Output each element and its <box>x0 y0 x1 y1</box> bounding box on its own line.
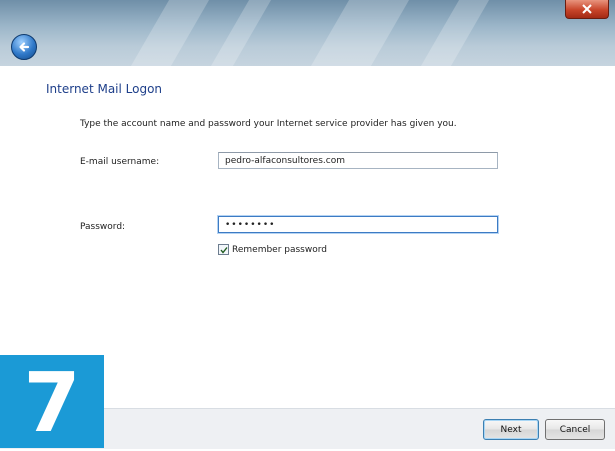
glass-streak <box>420 0 490 66</box>
glass-streak <box>210 0 272 66</box>
next-button[interactable]: Next <box>483 419 539 440</box>
close-icon <box>582 4 592 14</box>
back-arrow-icon <box>19 42 30 52</box>
checkbox-box[interactable] <box>218 244 229 255</box>
remember-password-checkbox[interactable]: Remember password <box>218 244 327 255</box>
checkmark-icon <box>219 246 228 254</box>
password-input[interactable]: •••••••• <box>218 216 498 233</box>
username-label: E-mail username: <box>80 157 160 167</box>
step-number: 7 <box>23 355 81 451</box>
step-number-badge: 7 <box>0 355 104 448</box>
title-bar <box>0 0 615 66</box>
glass-streak <box>310 0 410 66</box>
glass-streak <box>130 0 210 66</box>
username-input[interactable]: pedro-alfaconsultores.com <box>218 152 498 169</box>
page-title: Internet Mail Logon <box>46 82 163 96</box>
cancel-button[interactable]: Cancel <box>545 419 605 440</box>
back-button[interactable] <box>11 34 37 60</box>
remember-password-label: Remember password <box>232 244 327 255</box>
instruction-text: Type the account name and password your … <box>80 119 457 129</box>
close-button[interactable] <box>565 0 609 19</box>
password-label: Password: <box>80 222 126 232</box>
